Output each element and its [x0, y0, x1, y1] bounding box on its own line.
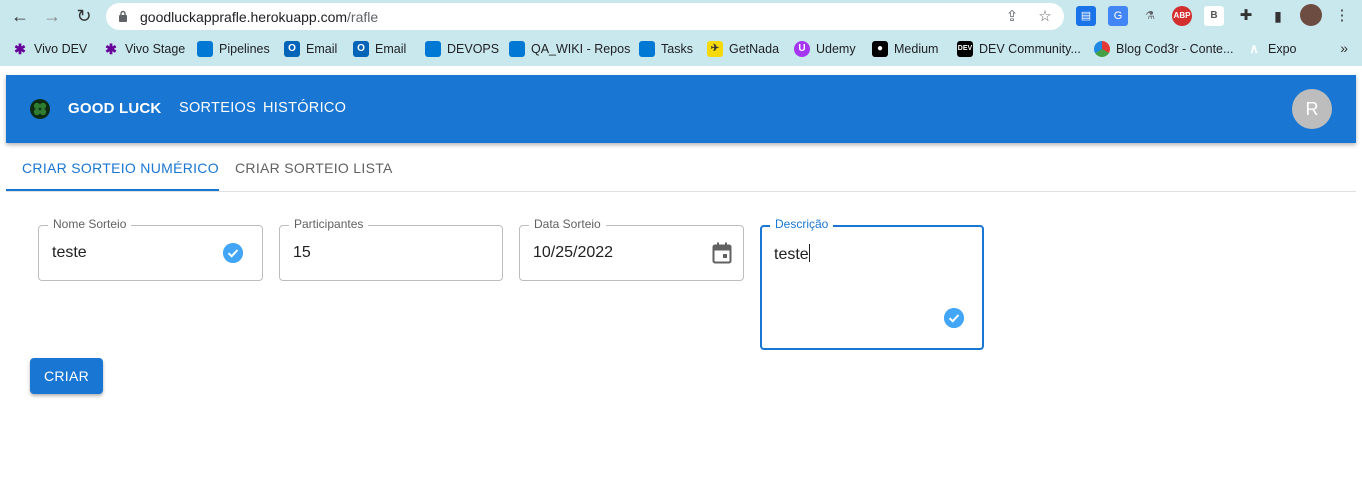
getnada-icon: ✈ — [707, 41, 723, 57]
bookmark-label: GetNada — [729, 42, 780, 56]
bookmark-devops[interactable]: DEVOPS — [425, 40, 499, 58]
descricao-value: teste — [774, 244, 810, 264]
bookmark-label: DEVOPS — [447, 42, 500, 56]
share-icon[interactable]: ⇪ — [1002, 7, 1022, 27]
extensions-puzzle-icon[interactable]: ✚ — [1236, 6, 1256, 26]
b-extension-icon[interactable]: B — [1204, 6, 1224, 26]
reload-icon[interactable]: ↻ — [72, 4, 96, 28]
data-sorteio-value: 10/25/2022 — [533, 244, 614, 261]
bookmark-qa-wiki[interactable]: QA_WIKI - Repos — [509, 40, 630, 58]
bookmark-email-1[interactable]: O Email — [284, 40, 337, 58]
descricao-label: Descrição — [770, 217, 834, 231]
address-bar[interactable]: goodluckapprafle.herokuapp.com/rafle ⇪ ☆ — [106, 3, 1064, 30]
nav-historico[interactable]: HISTÓRICO — [263, 100, 346, 116]
expo-icon: ∧ — [1249, 41, 1259, 56]
valid-check-icon — [944, 308, 964, 328]
forward-icon[interactable]: → — [40, 4, 64, 28]
bookmark-getnada[interactable]: ✈ GetNada — [707, 40, 779, 58]
bookmark-label: DEV Community... — [979, 42, 1081, 56]
nav-sorteios[interactable]: SORTEIOS — [179, 100, 256, 116]
medium-icon: ● — [872, 41, 888, 57]
bookmark-email-2[interactable]: O Email — [353, 40, 406, 58]
data-sorteio-label: Data Sorteio — [529, 217, 606, 231]
bookmark-label: Email — [375, 42, 407, 56]
lock-icon — [119, 10, 127, 22]
flask-extension-icon[interactable]: ⚗ — [1140, 6, 1160, 26]
azure-devops-icon — [639, 41, 655, 57]
bookmark-star-icon[interactable]: ☆ — [1035, 7, 1055, 27]
criar-button[interactable]: CRIAR — [30, 358, 103, 394]
tab-criar-sorteio-numerico[interactable]: CRIAR SORTEIO NUMÉRICO — [22, 160, 219, 176]
bookmark-label: Udemy — [816, 42, 856, 56]
extension-card-icon[interactable]: ▤ — [1076, 6, 1096, 26]
bookmarks-bar: ✱ Vivo DEV ✱ Vivo Stage Pipelines O Email O… — [0, 33, 1362, 63]
bookmark-medium[interactable]: ● Medium — [872, 40, 938, 58]
dev-icon: DEV — [957, 41, 973, 57]
bookmark-vivo-dev[interactable]: ✱ Vivo DEV — [12, 40, 87, 58]
valid-check-icon — [223, 243, 243, 263]
bookmark-label: Expo — [1268, 42, 1297, 56]
bookmark-label: Blog Cod3r - Conte... — [1116, 42, 1234, 56]
browser-chrome: ← → ↻ goodluckapprafle.herokuapp.com/raf… — [0, 0, 1362, 66]
back-icon[interactable]: ← — [8, 4, 32, 28]
url-host: goodluckapprafle.herokuapp.com — [140, 9, 348, 25]
bookmark-blog-cod3r[interactable]: Blog Cod3r - Conte... — [1094, 40, 1233, 58]
descricao-field[interactable]: Descrição teste — [760, 217, 984, 350]
translate-extension-icon[interactable]: G — [1108, 6, 1128, 26]
tab-bar: CRIAR SORTEIO NUMÉRICO CRIAR SORTEIO LIS… — [6, 143, 1356, 192]
bookmark-label: Pipelines — [219, 42, 270, 56]
tab-indicator — [6, 189, 219, 191]
bookmark-label: Tasks — [661, 42, 693, 56]
bookmark-label: Medium — [894, 42, 939, 56]
descricao-text: teste — [774, 246, 809, 263]
udemy-icon: U — [794, 41, 810, 57]
azure-devops-icon — [425, 41, 441, 57]
cod3r-icon — [1094, 41, 1110, 57]
outlook-icon: O — [284, 41, 300, 57]
azure-devops-icon — [197, 41, 213, 57]
text-caret — [808, 244, 810, 262]
tab-criar-sorteio-lista[interactable]: CRIAR SORTEIO LISTA — [235, 160, 393, 176]
nome-sorteio-label: Nome Sorteio — [48, 217, 132, 231]
bookmarks-overflow-icon[interactable]: » — [1340, 40, 1348, 56]
calendar-icon[interactable] — [712, 242, 732, 264]
clover-logo-icon — [30, 99, 50, 119]
bookmark-vivo-stage[interactable]: ✱ Vivo Stage — [103, 40, 185, 58]
bookmark-pipelines[interactable]: Pipelines — [197, 40, 270, 58]
url-path: /rafle — [347, 9, 379, 25]
outlook-icon: O — [353, 41, 369, 57]
participantes-label: Participantes — [289, 217, 369, 231]
participantes-value: 15 — [293, 244, 311, 261]
bookmark-expo[interactable]: ∧ Expo — [1246, 40, 1297, 58]
adblock-icon[interactable]: ABP — [1172, 6, 1192, 26]
bookmark-label: Vivo Stage — [125, 42, 186, 56]
app-bar: GOOD LUCK SORTEIOS HISTÓRICO R — [6, 75, 1356, 143]
data-sorteio-field[interactable]: Data Sorteio 10/25/2022 — [519, 217, 744, 281]
vivo-icon: ✱ — [105, 41, 117, 57]
bookmark-label: QA_WIKI - Repos — [531, 42, 631, 56]
app-brand[interactable]: GOOD LUCK — [68, 100, 161, 117]
user-avatar[interactable]: R — [1292, 89, 1332, 129]
bookmark-label: Email — [306, 42, 338, 56]
nome-sorteio-field[interactable]: Nome Sorteio teste — [38, 217, 263, 281]
azure-devops-icon — [509, 41, 525, 57]
url-text: goodluckapprafle.herokuapp.com/rafle — [140, 9, 378, 25]
menu-kebab-icon[interactable]: ⋮ — [1332, 6, 1352, 26]
vivo-icon: ✱ — [14, 41, 26, 57]
bookmark-dev-community[interactable]: DEV DEV Community... — [957, 40, 1081, 58]
bookmark-label: Vivo DEV — [34, 42, 88, 56]
bookmark-udemy[interactable]: U Udemy — [794, 40, 856, 58]
bookmark-tasks[interactable]: Tasks — [639, 40, 693, 58]
side-panel-icon[interactable]: ▮ — [1268, 6, 1288, 26]
nome-sorteio-value: teste — [52, 244, 87, 261]
participantes-field[interactable]: Participantes 15 — [279, 217, 503, 281]
profile-avatar-icon[interactable] — [1300, 4, 1322, 26]
